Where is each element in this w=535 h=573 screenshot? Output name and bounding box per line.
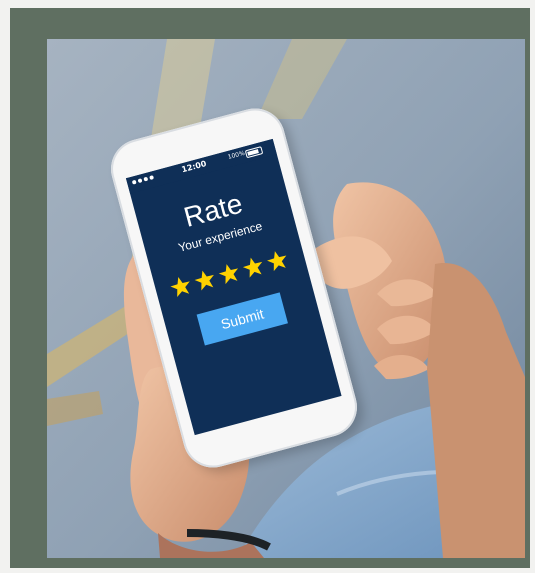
star-icon[interactable] <box>193 268 217 292</box>
battery-percent: 100% <box>227 149 246 161</box>
status-time: 12:00 <box>180 159 208 175</box>
signal-dots-icon <box>131 175 155 185</box>
submit-button[interactable]: Submit <box>196 292 288 346</box>
star-icon[interactable] <box>265 249 289 273</box>
star-icon[interactable] <box>241 255 265 279</box>
star-icon[interactable] <box>169 274 193 298</box>
star-rating[interactable] <box>167 247 292 300</box>
battery-icon <box>244 146 264 159</box>
stock-photo: 12:00 100% Rate Your experience Submit <box>47 39 525 558</box>
photo-frame: 12:00 100% Rate Your experience Submit <box>10 8 530 568</box>
star-icon[interactable] <box>217 262 241 286</box>
